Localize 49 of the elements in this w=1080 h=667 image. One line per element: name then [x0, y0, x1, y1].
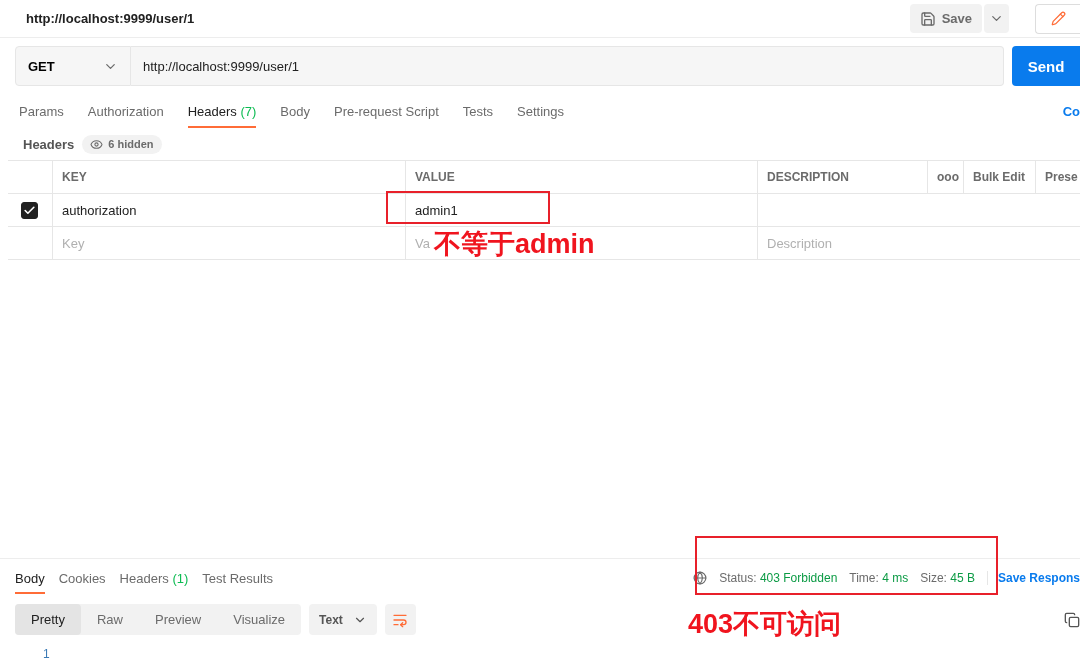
status-text: Size: 45 B	[920, 571, 975, 585]
headers-label: Headers	[23, 136, 75, 152]
status-text: Status: 403 Forbidden	[719, 571, 838, 585]
request-tab[interactable]: Settings	[517, 104, 565, 128]
column-header: DESCRIPTION	[757, 160, 927, 193]
save-button[interactable]: Save	[909, 4, 982, 33]
request-tab[interactable]: Authorization	[87, 104, 164, 128]
copy-icon[interactable]	[1064, 611, 1080, 628]
pencil-icon	[1050, 11, 1066, 26]
bulk-edit-button[interactable]: Bulk Edit	[963, 160, 1035, 193]
save-response-button[interactable]: Save Respons	[986, 571, 1080, 585]
annotation-text: 403不可访问	[688, 608, 842, 641]
url-field[interactable]: http://localhost:9999/user/1	[131, 46, 1004, 86]
code-link[interactable]: Co	[1062, 104, 1080, 128]
annotation-text: 不等于admin	[434, 228, 595, 261]
check-icon	[23, 203, 36, 217]
view-mode-tab[interactable]: Raw	[80, 604, 139, 635]
save-options-button[interactable]	[984, 4, 1009, 33]
table-cell: admin1	[405, 193, 757, 226]
response-tab[interactable]: Headers (1)	[119, 571, 189, 594]
request-tab[interactable]: Params	[19, 104, 64, 128]
response-tab[interactable]: Cookies	[58, 571, 106, 594]
save-icon	[919, 10, 936, 27]
edit-button[interactable]	[1035, 3, 1080, 34]
status-text: Time: 4 ms	[849, 571, 909, 585]
view-mode-tab[interactable]: Visualize	[217, 604, 302, 635]
hidden-headers-toggle[interactable]: 6 hidden	[82, 134, 162, 154]
table-cell: authorization	[52, 193, 405, 226]
request-tab[interactable]: Tests	[462, 104, 494, 128]
row-checkbox[interactable]	[21, 201, 38, 219]
column-header: KEY	[52, 160, 405, 193]
eye-icon	[90, 137, 104, 151]
format-dropdown[interactable]: Text	[309, 604, 377, 635]
globe-icon	[693, 571, 708, 585]
wrap-button[interactable]	[384, 604, 416, 635]
more-options-button[interactable]: ooo	[927, 160, 963, 193]
request-tab[interactable]: Headers (7)	[187, 104, 257, 128]
response-tab[interactable]: Test Results	[202, 571, 274, 594]
request-tab[interactable]: Pre-request Script	[334, 104, 439, 128]
column-header: VALUE	[405, 160, 757, 193]
method-dropdown[interactable]: GET	[15, 46, 131, 86]
request-tab[interactable]: Body	[280, 104, 310, 128]
presets-button[interactable]: Prese	[1035, 160, 1080, 193]
send-button[interactable]: Send	[1012, 46, 1080, 86]
view-mode-tab[interactable]: Preview	[139, 604, 218, 635]
request-title: http://localhost:9999/user/1	[26, 11, 196, 26]
line-number: 1	[43, 647, 51, 661]
view-mode-tab[interactable]: Pretty	[15, 604, 81, 635]
response-tab[interactable]: Body	[15, 571, 45, 594]
